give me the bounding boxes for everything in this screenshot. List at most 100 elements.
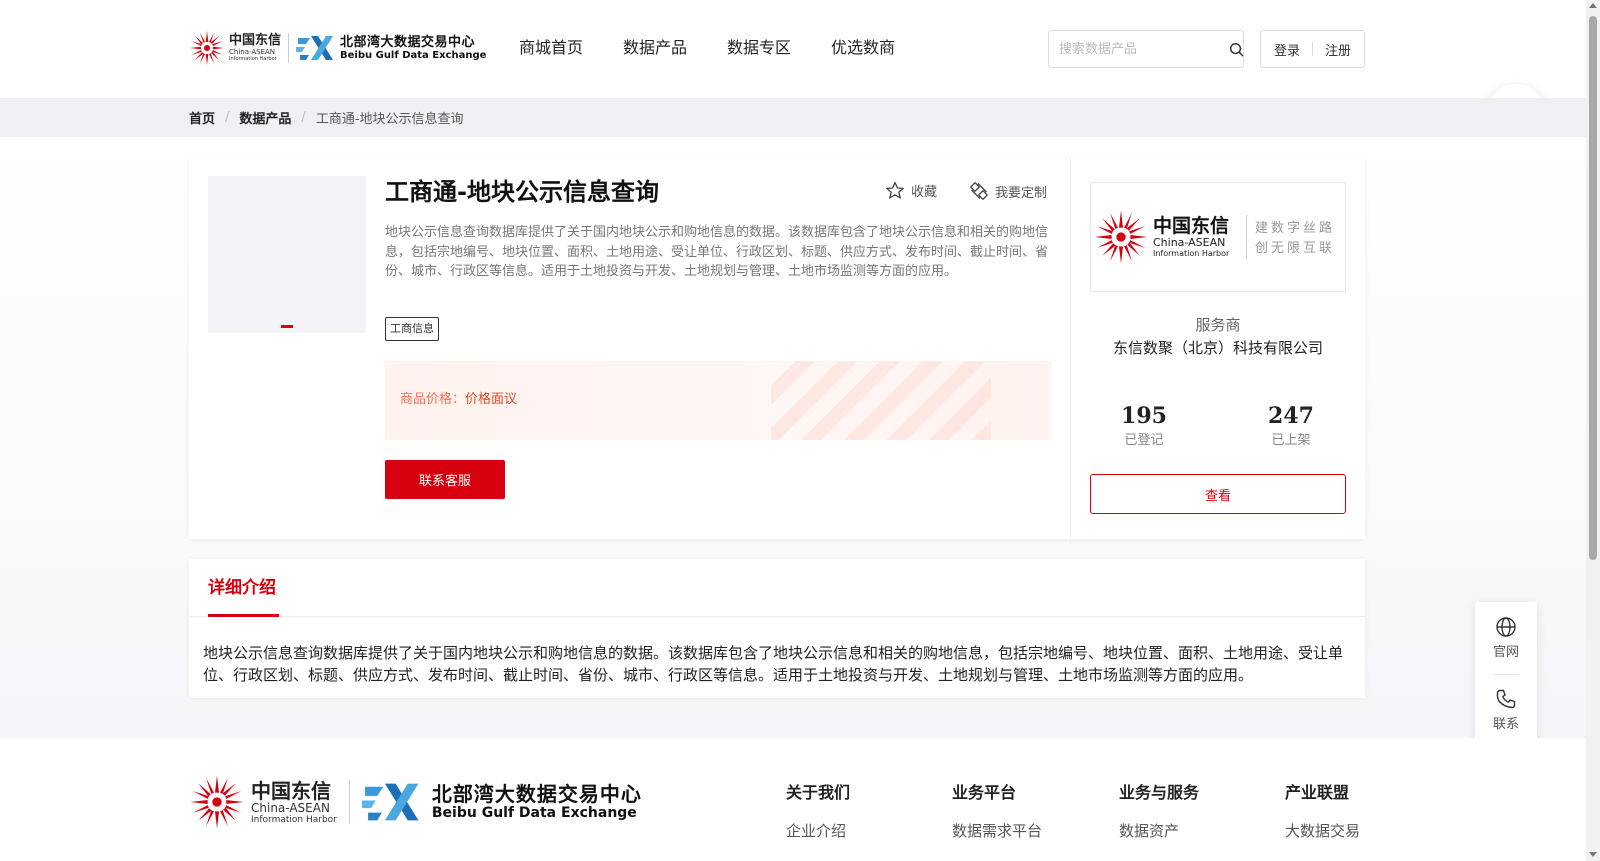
- breadcrumb-separator: /: [301, 110, 306, 125]
- footer-col-platform: 业务平台 数据需求平台: [952, 782, 1042, 842]
- vendor-logo-cn: 中国东信: [1153, 215, 1230, 237]
- footer-col-title: 业务平台: [952, 783, 1017, 802]
- official-site-button[interactable]: 官网: [1475, 616, 1537, 662]
- product-title: 工商通-地块公示信息查询: [385, 178, 659, 206]
- scroll-down-arrow[interactable]: [1589, 852, 1597, 857]
- footer-logo-bg-cn: 北部湾大数据交易中心: [431, 781, 642, 806]
- product-description: 地块公示信息查询数据库提供了关于国内地块公示和购地信息的数据。该数据库包含了地块…: [385, 225, 1049, 279]
- starburst-logo-icon: [190, 31, 224, 65]
- stat-registered: 195 已登记: [1084, 401, 1204, 451]
- beibu-gulf-logo-icon: [361, 783, 419, 821]
- contact-us-button[interactable]: 联系: [1475, 688, 1537, 734]
- breadcrumb-separator: /: [225, 110, 230, 125]
- active-tab-indicator: [208, 614, 279, 617]
- logo-divider: [288, 33, 290, 63]
- breadcrumb-home[interactable]: 首页: [189, 108, 215, 127]
- login-link[interactable]: 登录: [1274, 40, 1300, 59]
- scroll-up-arrow[interactable]: [1589, 3, 1597, 8]
- footer-col-services: 业务与服务 数据资产: [1119, 782, 1199, 842]
- main-nav: 商城首页 数据产品 数据专区 优选数商: [519, 36, 935, 60]
- vendor-logo[interactable]: 中国东信 China-ASEAN Information Harbor 建数字丝…: [1090, 182, 1346, 292]
- footer-logo-cn: 中国东信: [251, 778, 331, 803]
- star-icon: [886, 181, 904, 199]
- phone-icon: [1496, 689, 1516, 709]
- price-label: 商品价格：: [400, 392, 466, 407]
- logo-en-text: China-ASEAN: [229, 48, 276, 56]
- logo-bg-en: Beibu Gulf Data Exchange: [340, 49, 487, 61]
- contact-us-label: 联系: [1492, 717, 1519, 732]
- footer-link[interactable]: 数据需求平台: [952, 820, 1042, 842]
- nav-item-mall-home[interactable]: 商城首页: [519, 36, 583, 60]
- globe-icon: [1496, 617, 1516, 637]
- customize-label: 我要定制: [995, 185, 1048, 201]
- footer-col-title: 关于我们: [786, 783, 851, 802]
- customize-icon: [970, 182, 988, 200]
- vendor-logo-divider: [1246, 215, 1247, 259]
- footer-col-alliance: 产业联盟 大数据交易: [1285, 782, 1360, 842]
- breadcrumb-bar: 首页 / 数据产品 / 工商通-地块公示信息查询: [0, 98, 1586, 137]
- detail-text: 地块公示信息查询数据库提供了关于国内地块公示和购地信息的数据。该数据库包含了地块…: [203, 644, 1344, 684]
- view-vendor-button[interactable]: 查看: [1090, 474, 1346, 514]
- auth-divider: [1312, 42, 1313, 56]
- footer-col-title: 产业联盟: [1285, 783, 1350, 802]
- search-box: [1048, 30, 1244, 68]
- category-tag: 工商信息: [385, 317, 439, 341]
- product-image: [208, 176, 366, 333]
- logo-bg-cn: 北部湾大数据交易中心: [340, 34, 476, 50]
- product-card: 工商通-地块公示信息查询 收藏 我要定制 地块公示信息查询数据库提供了关于国内地…: [189, 157, 1365, 539]
- nav-item-preferred-vendors[interactable]: 优选数商: [831, 36, 895, 60]
- price-line: 商品价格：价格面议: [400, 390, 517, 410]
- breadcrumb-current: 工商通-地块公示信息查询: [315, 112, 464, 127]
- starburst-logo-icon: [1094, 210, 1148, 264]
- detail-section: 详细介绍 地块公示信息查询数据库提供了关于国内地块公示和购地信息的数据。该数据库…: [189, 559, 1365, 698]
- footer-link[interactable]: 企业介绍: [786, 820, 850, 842]
- price-panel: 商品价格：价格面议: [385, 361, 1051, 440]
- site-logo[interactable]: 中国东信 China-ASEAN Information Harbor 北部湾大…: [189, 28, 486, 68]
- footer-link[interactable]: 大数据交易: [1285, 820, 1360, 842]
- vendor-logo-en: China-ASEAN: [1153, 236, 1226, 249]
- starburst-logo-icon: [190, 775, 244, 829]
- favorite-button[interactable]: 收藏: [885, 181, 937, 200]
- scrollbar-thumb[interactable]: [1589, 16, 1597, 560]
- side-widget: 官网 联系: [1475, 602, 1537, 744]
- price-value: 价格面议: [465, 392, 518, 407]
- card-divider: [1070, 157, 1071, 539]
- footer-col-title: 业务与服务: [1119, 783, 1200, 802]
- footer-logo-divider: [348, 780, 350, 824]
- registered-count: 195: [1121, 403, 1167, 429]
- customize-button[interactable]: 我要定制: [969, 181, 1047, 201]
- nav-item-data-zone[interactable]: 数据专区: [727, 36, 791, 60]
- stat-listed: 247 已上架: [1231, 401, 1351, 451]
- footer-link[interactable]: 数据资产: [1119, 820, 1199, 842]
- vendor-slogan-1: 建数字丝路: [1255, 221, 1336, 236]
- top-header: 中国东信 China-ASEAN Information Harbor 北部湾大…: [0, 0, 1586, 98]
- footer-logo: 中国东信 China-ASEAN Information Harbor 北部湾大…: [189, 774, 642, 830]
- logo-en-text-2: Information Harbor: [229, 56, 277, 62]
- contact-service-button[interactable]: 联系客服: [385, 460, 505, 499]
- vendor-name: 东信数聚（北京）科技有限公司: [1112, 339, 1323, 357]
- footer-logo-bg-en: Beibu Gulf Data Exchange: [431, 804, 637, 821]
- side-widget-divider: [1493, 674, 1519, 675]
- nav-item-data-products[interactable]: 数据产品: [623, 36, 687, 60]
- footer-logo-en: China-ASEAN: [251, 800, 330, 815]
- search-input[interactable]: [1049, 31, 1229, 67]
- vendor-slogan-2: 创无限互联: [1255, 241, 1336, 256]
- favorite-label: 收藏: [911, 185, 938, 200]
- footer-col-about: 关于我们 企业介绍: [786, 782, 850, 842]
- breadcrumb: 首页 / 数据产品 / 工商通-地块公示信息查询: [189, 108, 464, 127]
- vendor-logo-en-2: Information Harbor: [1153, 249, 1230, 258]
- carousel-indicator[interactable]: [281, 325, 293, 328]
- footer-logo-en-2: Information Harbor: [251, 814, 337, 825]
- logo-beibu-gulf: 北部湾大数据交易中心 Beibu Gulf Data Exchange: [296, 34, 486, 62]
- logo-cn-text: 中国东信: [229, 33, 282, 48]
- breadcrumb-data-products[interactable]: 数据产品: [239, 108, 291, 127]
- search-icon[interactable]: [1229, 31, 1244, 67]
- logo-china-asean: 中国东信 China-ASEAN Information Harbor: [189, 30, 281, 66]
- tab-detail-intro[interactable]: 详细介绍: [208, 575, 276, 601]
- beibu-gulf-logo-icon: [296, 36, 334, 60]
- auth-box: 登录 注册: [1260, 30, 1365, 68]
- register-link[interactable]: 注册: [1325, 40, 1351, 59]
- vendor-role: 服务商: [1195, 316, 1241, 334]
- footer: 中国东信 China-ASEAN Information Harbor 北部湾大…: [0, 738, 1586, 861]
- price-panel-decoration: [771, 361, 991, 440]
